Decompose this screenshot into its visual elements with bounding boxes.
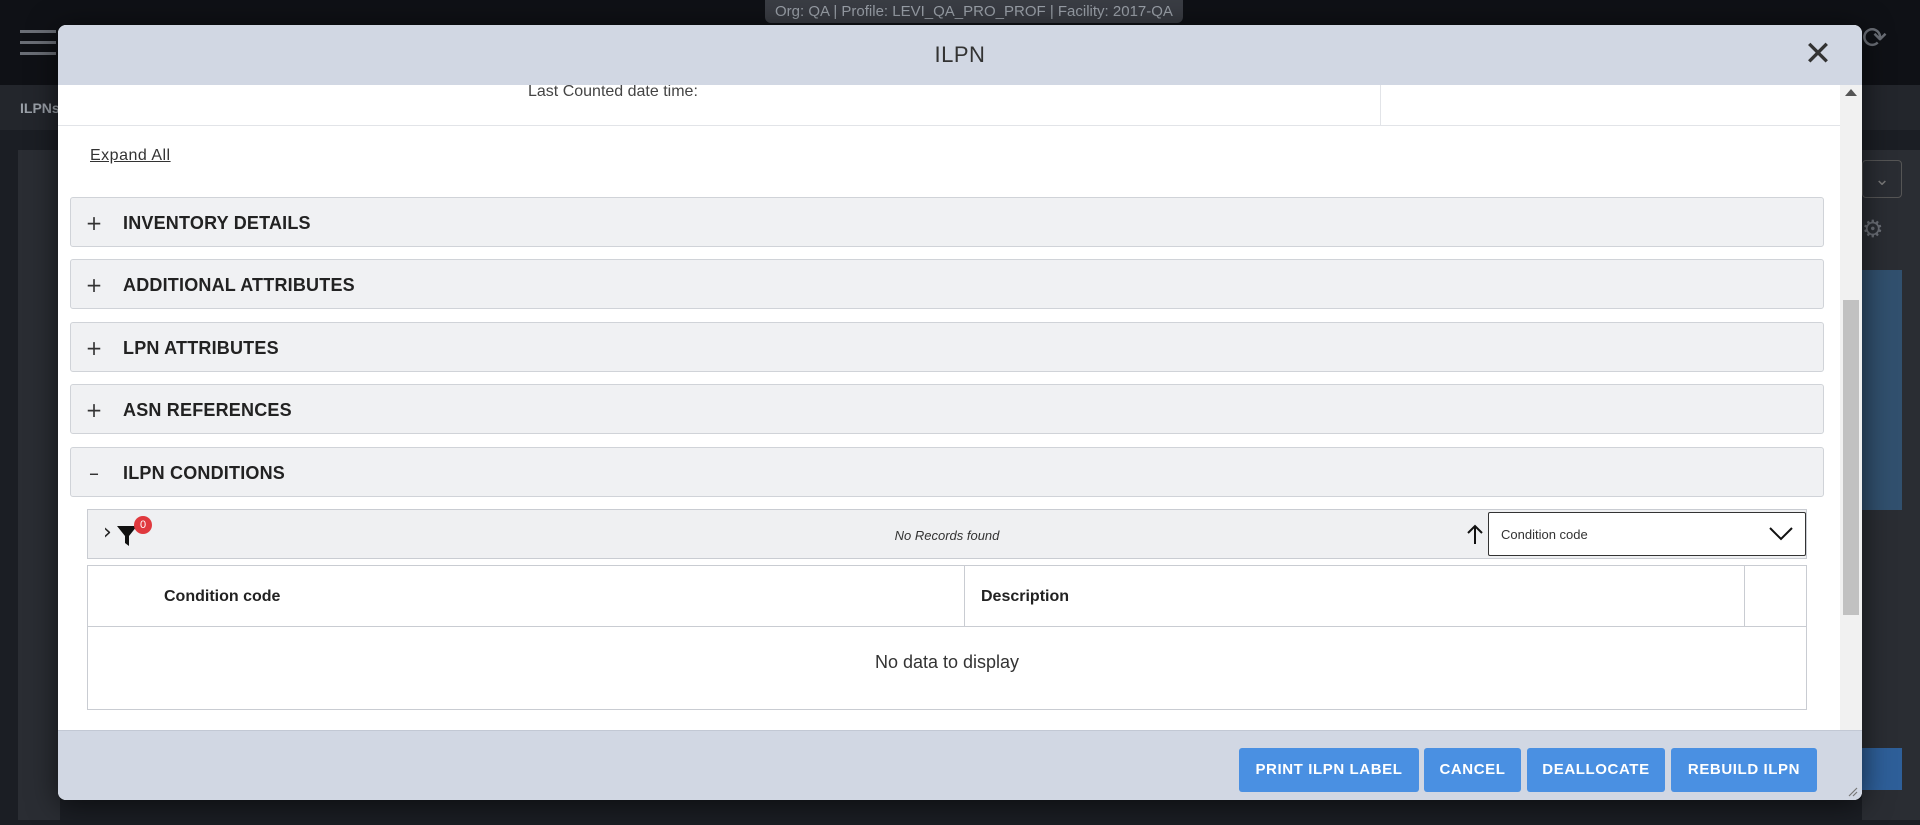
expand-icon: + [85,273,103,297]
gear-icon: ⚙ [1862,216,1884,243]
modal-scrollbar[interactable] [1840,85,1862,755]
column-divider [1744,566,1745,626]
modal-title: ILPN [934,42,986,67]
sort-field-value: Condition code [1501,527,1588,542]
conditions-grid: Condition code Description No data to di… [87,565,1807,710]
section-title: ADDITIONAL ATTRIBUTES [123,275,355,295]
background-dropdown-icon: ⌄ [1862,160,1902,198]
deallocate-button[interactable]: DEALLOCATE [1527,748,1665,792]
section-title: INVENTORY DETAILS [123,213,311,233]
org-context-bar: Org: QA | Profile: LEVI_QA_PRO_PROF | Fa… [765,0,1183,23]
background-button [1862,748,1902,790]
chevron-down-icon [1769,527,1793,541]
scroll-thumb[interactable] [1843,300,1859,615]
cancel-button[interactable]: CANCEL [1424,748,1521,792]
scroll-up-icon[interactable] [1845,89,1857,96]
section-lpn-attributes[interactable]: + LPN ATTRIBUTES [70,322,1824,372]
section-title: ILPN CONDITIONS [123,463,286,483]
expand-all-link[interactable]: Expand All [90,147,171,165]
sort-field-select[interactable]: Condition code [1488,512,1806,556]
column-divider [964,566,965,626]
breadcrumb: ILPNs [20,100,60,116]
expand-icon: + [85,211,103,235]
hamburger-menu-icon [20,30,56,63]
modal-footer: PRINT ILPN LABEL CANCEL DEALLOCATE REBUI… [58,730,1862,800]
section-title: ASN REFERENCES [123,400,292,420]
background-left-panel [18,150,60,820]
sort-ascending-icon[interactable] [1466,524,1484,546]
empty-grid-message: No data to display [874,652,1020,672]
close-icon[interactable]: ✕ [1802,37,1834,71]
last-counted-label: Last Counted date time: [528,85,698,100]
ilpn-modal: ILPN ✕ Last Counted date time: Expand Al… [58,25,1862,800]
print-ilpn-label-button[interactable]: PRINT ILPN LABEL [1239,748,1419,792]
conditions-toolbar: › 0 No Records found Condition code [87,509,1807,559]
detail-row: Last Counted date time: [58,85,1840,126]
section-title: LPN ATTRIBUTES [123,338,279,358]
column-divider [1380,85,1381,125]
section-ilpn-conditions[interactable]: – ILPN CONDITIONS [70,447,1824,497]
expand-icon: + [85,336,103,360]
column-header-description[interactable]: Description [981,588,1069,606]
section-inventory-details[interactable]: + INVENTORY DETAILS [70,197,1824,247]
rebuild-ilpn-button[interactable]: REBUILD ILPN [1671,748,1817,792]
collapse-icon: – [89,461,99,485]
section-additional-attributes[interactable]: + ADDITIONAL ATTRIBUTES [70,259,1824,309]
grid-header: Condition code Description [88,566,1806,627]
refresh-icon: ⟳ [1862,22,1888,55]
column-header-condition-code[interactable]: Condition code [164,588,280,606]
background-card [1862,270,1902,510]
modal-header: ILPN ✕ [58,25,1862,86]
expand-icon: + [85,398,103,422]
section-asn-references[interactable]: + ASN REFERENCES [70,384,1824,434]
modal-body[interactable]: Last Counted date time: Expand All + INV… [58,85,1840,755]
resize-handle-icon[interactable] [1846,785,1858,797]
